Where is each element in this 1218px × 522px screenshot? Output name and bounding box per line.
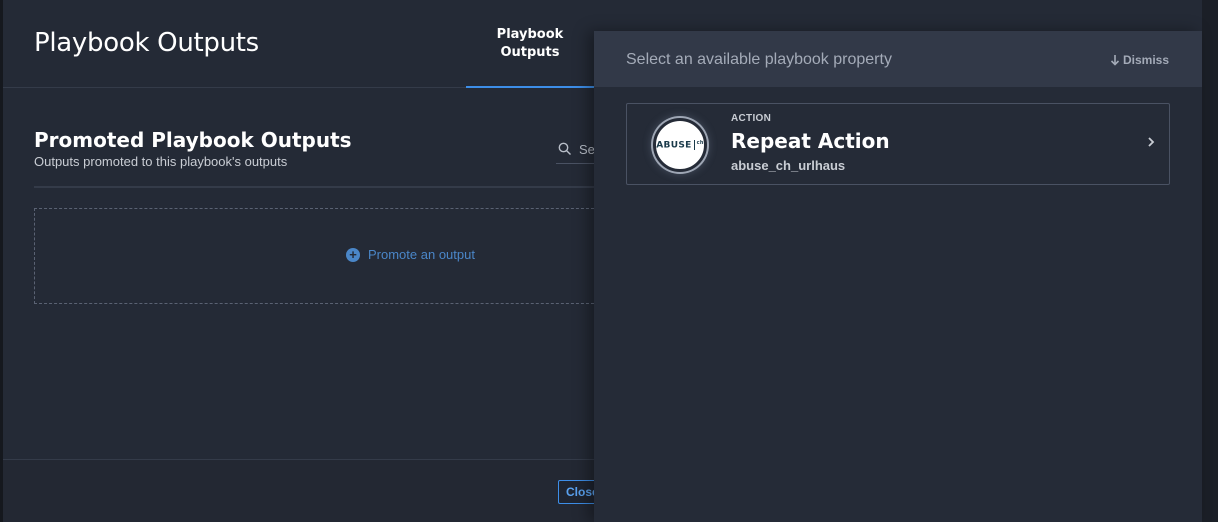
section-divider — [34, 186, 594, 188]
card-app-name: abuse_ch_urlhaus — [731, 158, 846, 173]
card-title: Repeat Action — [731, 129, 890, 153]
logo-text: ABUSE — [656, 140, 692, 151]
backdrop-right — [1202, 0, 1218, 522]
plus-circle-icon: + — [346, 247, 360, 262]
promote-output-button[interactable]: + Promote an output — [346, 247, 475, 262]
search-icon — [558, 142, 571, 155]
tab-playbook-outputs[interactable]: Playbook Outputs — [466, 26, 594, 88]
promote-output-label: Promote an output — [368, 247, 475, 262]
card-type-label: ACTION — [731, 113, 772, 124]
property-card-repeat-action[interactable]: ABUSE ch ACTION Repeat Action abuse_ch_ur… — [626, 103, 1170, 185]
search-placeholder: Se — [579, 142, 595, 157]
flyout-header: Select an available playbook property Di… — [594, 31, 1202, 87]
flyout-title: Select an available playbook property — [626, 51, 892, 68]
abuse-ch-logo-icon: ABUSE ch — [653, 118, 707, 172]
promote-output-dropzone[interactable] — [34, 208, 599, 304]
dismiss-label: Dismiss — [1122, 53, 1169, 67]
logo-sup: ch — [696, 139, 704, 146]
chevron-right-icon — [1148, 137, 1155, 147]
modal-title: Playbook Outputs — [34, 28, 259, 58]
section-subtitle: Outputs promoted to this playbook's outp… — [34, 154, 288, 169]
dismiss-button[interactable]: Dismiss — [1110, 53, 1169, 67]
search-input[interactable]: Se — [556, 140, 596, 164]
arrow-down-icon — [1110, 55, 1120, 66]
property-selector-flyout: Select an available playbook property Di… — [594, 31, 1202, 522]
tab-label: Playbook Outputs — [496, 27, 564, 60]
tab-active-indicator — [466, 86, 596, 88]
section-title: Promoted Playbook Outputs — [34, 128, 352, 152]
